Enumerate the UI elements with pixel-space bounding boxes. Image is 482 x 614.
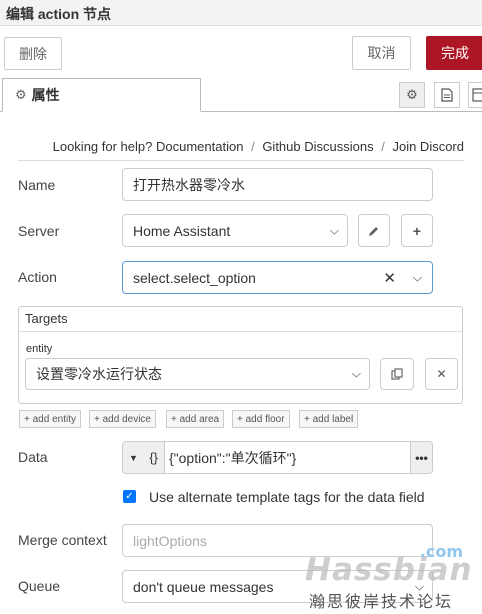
settings-tab-button[interactable]: ⚙ <box>399 82 425 108</box>
help-links: Looking for help? Documentation / Github… <box>53 139 464 154</box>
remove-entity-button[interactable]: ✕ <box>425 358 458 390</box>
alt-template-checkbox[interactable]: ✓ <box>123 490 136 503</box>
tab-properties-label: 属性 <box>31 87 60 103</box>
gear-icon: ⚙ <box>15 87 27 102</box>
watermark-logo: .com Hassbian 瀚思彼岸技术论坛 <box>305 542 472 612</box>
clear-icon[interactable]: ✕ <box>383 269 396 287</box>
server-value: Home Assistant <box>133 222 231 239</box>
name-input[interactable]: 打开热水器零冷水 <box>122 168 433 201</box>
action-label: Action <box>18 269 57 285</box>
entity-label: entity <box>26 343 53 355</box>
chevron-down-icon: ⌵ <box>351 366 361 381</box>
documentation-link[interactable]: Documentation <box>156 139 243 154</box>
name-label: Name <box>18 177 56 193</box>
data-input[interactable]: ▼ {} {"option":"单次循环"} ••• <box>122 441 433 474</box>
action-value: select.select_option <box>133 269 256 286</box>
queue-value: don't queue messages <box>133 578 274 595</box>
done-button[interactable]: 完成 <box>426 36 482 70</box>
close-icon: ✕ <box>436 367 447 381</box>
targets-title: Targets <box>19 307 462 332</box>
chevron-down-icon[interactable]: ⌵ <box>413 270 422 285</box>
help-separator: / <box>381 139 385 154</box>
cancel-button[interactable]: 取消 <box>352 36 411 70</box>
data-type-value: {} <box>149 450 158 465</box>
queue-label: Queue <box>18 578 61 594</box>
appearance-tab-button[interactable] <box>468 82 482 108</box>
delete-button[interactable]: 删除 <box>4 37 62 70</box>
add-floor-button[interactable]: + add floor <box>232 410 290 428</box>
help-prefix: Looking for help? <box>52 139 153 154</box>
copy-icon <box>391 368 403 380</box>
targets-panel: Targets entity 设置零冷水运行状态 ⌵ ✕ <box>18 306 463 404</box>
caret-down-icon: ▼ <box>129 452 138 463</box>
gear-icon: ⚙ <box>406 87 418 102</box>
name-value: 打开热水器零冷水 <box>133 176 245 193</box>
copy-entity-button[interactable] <box>380 358 414 390</box>
merge-context-label: Merge context <box>18 532 107 548</box>
merge-context-placeholder: lightOptions <box>133 532 207 549</box>
layout-icon <box>472 88 482 102</box>
alt-template-label: Use alternate template tags for the data… <box>149 489 425 505</box>
server-select[interactable]: Home Assistant ⌵ <box>122 214 348 247</box>
watermark-subtitle: 瀚思彼岸技术论坛 <box>309 594 454 611</box>
title-bar: 编辑 action 节点 <box>0 0 482 26</box>
add-device-button[interactable]: + add device <box>89 410 156 428</box>
add-entity-button[interactable]: + add entity <box>19 410 81 428</box>
tab-properties[interactable]: ⚙ 属性 <box>2 78 201 112</box>
github-discussions-link[interactable]: Github Discussions <box>262 139 373 154</box>
add-area-button[interactable]: + add area <box>166 410 225 428</box>
edit-server-button[interactable] <box>358 214 390 247</box>
data-value[interactable]: {"option":"单次循环"} <box>165 448 410 468</box>
data-type-selector[interactable]: ▼ {} <box>123 442 165 473</box>
expand-editor-button[interactable]: ••• <box>410 442 432 473</box>
action-select[interactable]: select.select_option ✕ ⌵ <box>122 261 433 294</box>
watermark-brand: Hassbian <box>305 552 473 588</box>
help-separator: / <box>251 139 255 154</box>
ellipsis-icon: ••• <box>415 450 428 465</box>
description-tab-button[interactable] <box>434 82 460 108</box>
chevron-down-icon: ⌵ <box>329 223 339 237</box>
data-label: Data <box>18 449 48 465</box>
add-server-button[interactable]: + <box>401 214 433 247</box>
join-discord-link[interactable]: Join Discord <box>392 139 464 154</box>
check-icon: ✓ <box>125 491 134 502</box>
add-label-button[interactable]: + add label <box>299 410 359 428</box>
entity-value: 设置零冷水运行状态 <box>36 366 162 382</box>
plus-icon: + <box>412 222 422 239</box>
entity-select[interactable]: 设置零冷水运行状态 ⌵ <box>25 358 370 390</box>
divider <box>18 160 464 161</box>
server-label: Server <box>18 223 60 239</box>
document-icon <box>441 88 453 102</box>
pencil-icon <box>369 226 378 236</box>
dialog-title: 编辑 action 节点 <box>6 6 112 22</box>
